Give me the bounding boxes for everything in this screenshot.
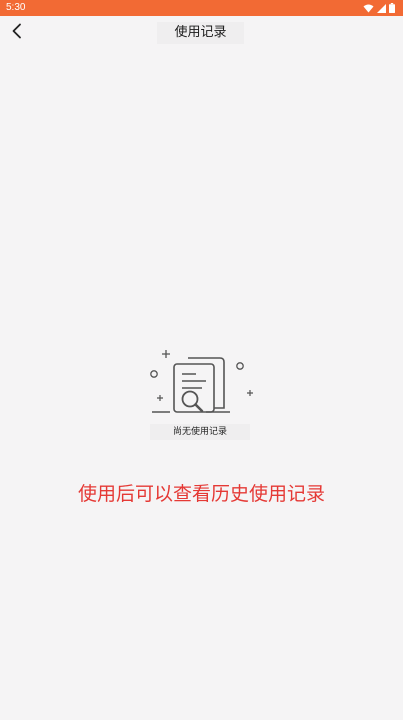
document-search-icon [146,346,256,416]
page-title: 使用记录 [157,22,244,44]
empty-state-label: 尚无使用记录 [150,424,250,440]
chevron-left-icon [11,23,23,43]
hint-text: 使用后可以查看历史使用记录 [77,483,325,505]
wifi-icon [363,4,374,13]
app-bar: 使用记录 [0,16,403,50]
battery-icon [389,3,395,13]
status-icons [363,3,395,13]
status-time: 5:30 [6,2,26,13]
signal-icon [377,3,386,13]
back-button[interactable] [6,20,28,46]
status-bar: 5:30 [0,0,403,16]
